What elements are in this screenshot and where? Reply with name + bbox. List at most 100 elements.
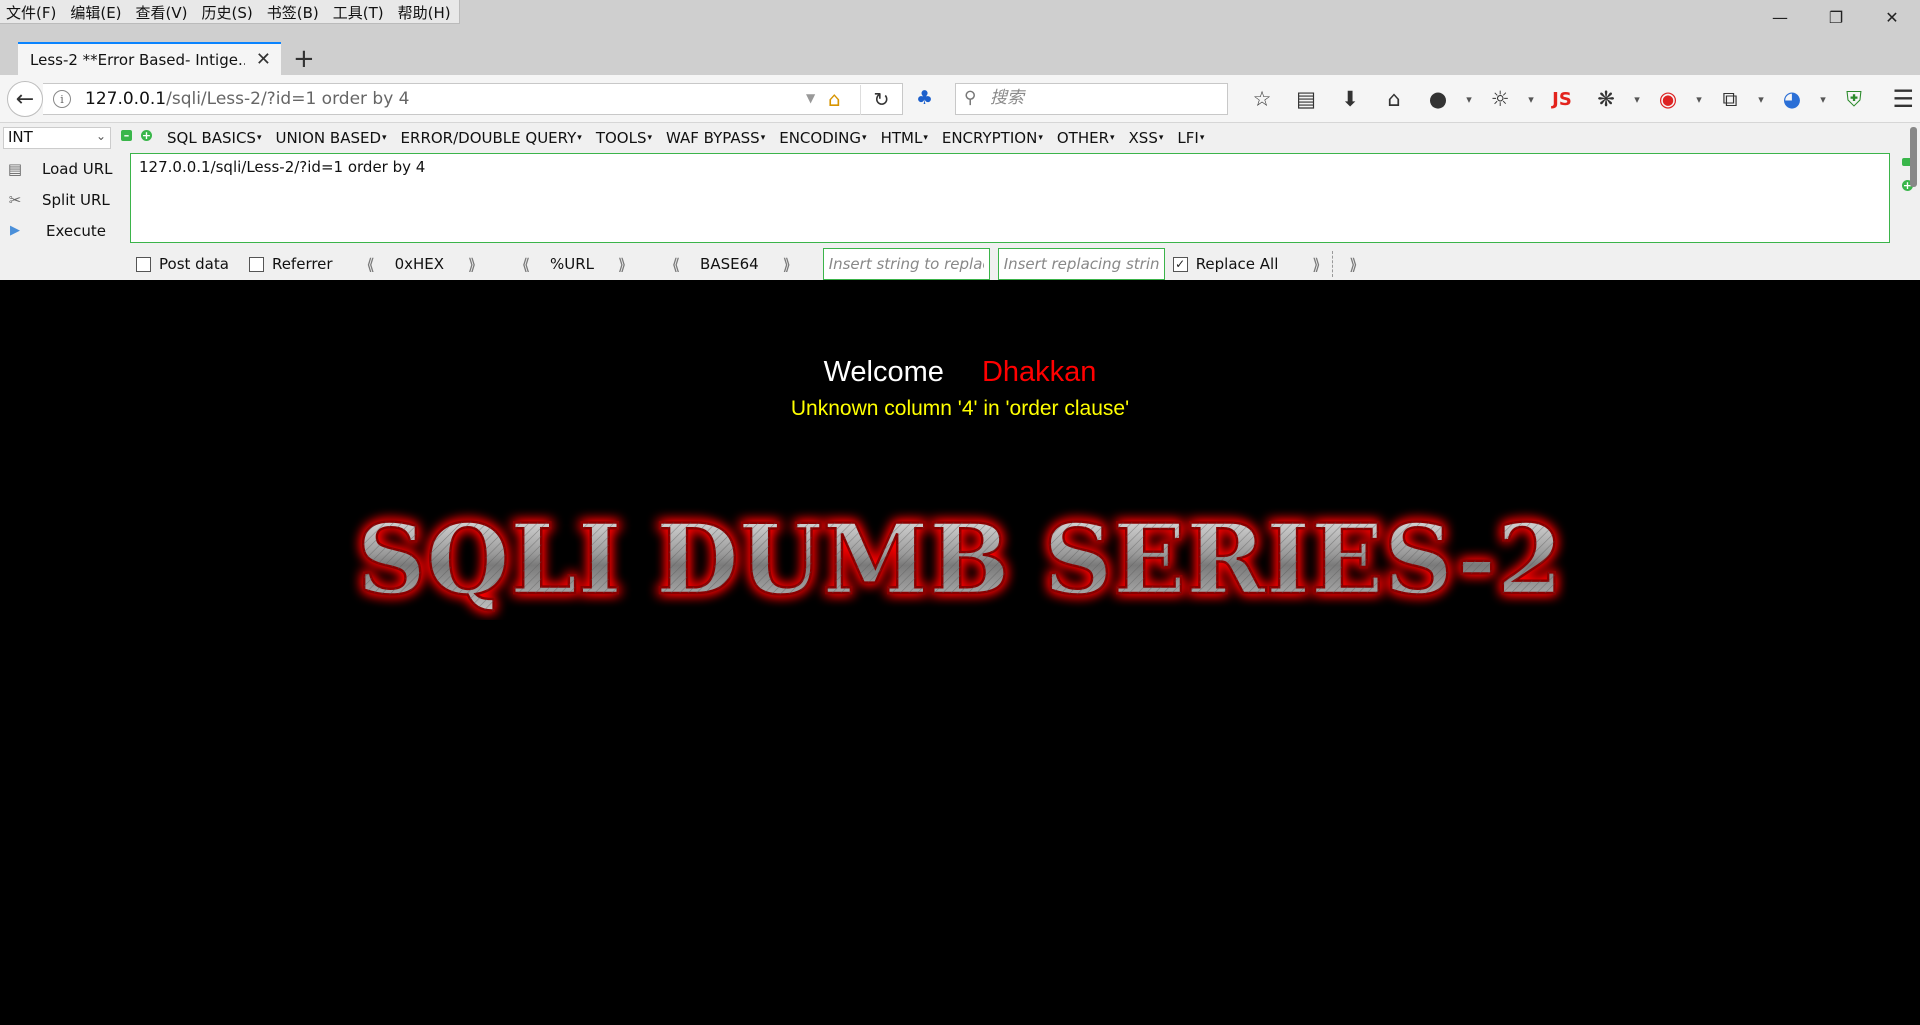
hackbar-menu-waf-bypass[interactable]: WAF BYPASS	[659, 127, 772, 149]
hex-encode-arrow-icon[interactable]: ⟩⟩	[454, 255, 486, 274]
minimize-button[interactable]: —	[1752, 0, 1808, 34]
replace-all-checkbox[interactable]: ✓	[1172, 256, 1188, 272]
menu-tools[interactable]: 工具(T)	[327, 0, 392, 23]
red-extension-icon[interactable]: ◉	[1646, 87, 1690, 111]
url-encode-arrow-icon[interactable]: ⟩⟩	[604, 255, 636, 274]
reading-list-icon[interactable]: ▤	[1284, 87, 1328, 111]
search-input[interactable]	[990, 88, 1220, 108]
vertical-scrollbar[interactable]	[1908, 123, 1918, 280]
hackbar-actions: ▤ Load URL ✂ Split URL ▶ Execute	[0, 153, 125, 246]
split-url-label: Split URL	[42, 190, 110, 209]
restore-button[interactable]: ❐	[1808, 0, 1864, 34]
menu-edit[interactable]: 编辑(E)	[64, 0, 129, 23]
close-window-button[interactable]: ✕	[1864, 0, 1920, 34]
tab-close-icon[interactable]: ✕	[256, 49, 271, 70]
hackbar-menu-sql-basics[interactable]: SQL BASICS	[160, 127, 268, 149]
replace-all-label: Replace All	[1195, 255, 1279, 273]
base64-label: BASE64	[700, 255, 759, 273]
translate-extension-icon[interactable]: ◕	[1770, 87, 1814, 111]
hackbar-url-textarea[interactable]	[130, 153, 1890, 243]
url-bar[interactable]: i 127.0.0.1/sqli/Less-2/?id=1 order by 4…	[43, 83, 903, 115]
search-bar[interactable]: ⚲	[955, 83, 1228, 115]
url-history-dropdown-icon[interactable]: ▼	[806, 91, 815, 105]
menu-bookmarks[interactable]: 书签(B)	[261, 0, 327, 23]
home-page-icon[interactable]: ⌂	[828, 87, 841, 111]
load-url-icon: ▤	[7, 159, 23, 178]
hackbar-menu-xss[interactable]: XSS	[1122, 127, 1171, 149]
reload-icon: ↻	[873, 89, 890, 111]
sql-error-message: Unknown column '4' in 'order clause'	[790, 397, 1130, 420]
window-extension-icon[interactable]: ⧉	[1708, 87, 1752, 112]
hackbar-menu-encryption[interactable]: ENCRYPTION	[935, 127, 1050, 149]
url-text[interactable]: 127.0.0.1/sqli/Less-2/?id=1 order by 4	[85, 89, 410, 109]
decrease-icon[interactable]: –	[121, 130, 132, 141]
divider	[1332, 251, 1334, 277]
toolbar-icons: ☆ ▤ ⬇ ⌂ ● ▾ ☼ ▾ JS ❋ ▾ ◉ ▾ ⧉ ▾ ◕ ▾ ⛨	[1240, 85, 1876, 113]
scrollbar-thumb[interactable]	[1910, 127, 1917, 187]
window-controls: — ❐ ✕	[1752, 0, 1920, 34]
tab-active[interactable]: Less-2 **Error Based- Intige... ✕	[18, 42, 281, 75]
replace-arrow-icon[interactable]: ⟩⟩	[1298, 255, 1330, 274]
menu-help[interactable]: 帮助(H)	[392, 0, 459, 23]
load-url-button[interactable]: ▤ Load URL	[0, 153, 125, 184]
hackbar-type-value: INT	[8, 128, 33, 146]
back-button[interactable]: ←	[7, 81, 43, 117]
new-tab-button[interactable]: +	[293, 44, 315, 74]
welcome-text: Welcome	[823, 356, 944, 388]
url-encode-label: %URL	[550, 255, 595, 273]
menu-file[interactable]: 文件(F)	[0, 0, 64, 23]
hackbar-type-select[interactable]: INT ⌄	[3, 127, 111, 149]
play-icon: ▶	[10, 223, 20, 238]
hackbar-menu-union-based[interactable]: UNION BASED	[268, 127, 393, 149]
hackbar-menu-error-double-query[interactable]: ERROR/DOUBLE QUERY	[394, 127, 589, 149]
hex-label: 0xHEX	[394, 255, 445, 273]
shield-extension-icon[interactable]: ⛨	[1832, 87, 1876, 112]
banner-texture: SQLI DUMB SERIES-2	[357, 503, 1563, 616]
execute-button[interactable]: ▶ Execute	[0, 215, 125, 246]
hackbar-menu-other[interactable]: OTHER	[1050, 127, 1122, 149]
replacing-string-input[interactable]	[997, 248, 1165, 280]
hackbar-menu-lfi[interactable]: LFI	[1170, 127, 1211, 149]
navigation-toolbar: ← i 127.0.0.1/sqli/Less-2/?id=1 order by…	[0, 75, 1920, 123]
hackbar-menu-html[interactable]: HTML	[874, 127, 935, 149]
menu-view[interactable]: 查看(V)	[130, 0, 196, 23]
palette-extension-dropdown-icon[interactable]: ▾	[1522, 93, 1540, 106]
extension-shield-icon[interactable]: ♣	[916, 87, 933, 109]
js-toggle-icon[interactable]: JS	[1540, 89, 1584, 110]
replace-all-arrow-icon[interactable]: ⟩⟩	[1335, 255, 1367, 274]
page-content: Welcome Dhakkan Unknown column '4' in 'o…	[0, 280, 1920, 1025]
menu-bar: 文件(F) 编辑(E) 查看(V) 历史(S) 书签(B) 工具(T) 帮助(H…	[0, 0, 460, 24]
sqli-dumb-series-banner: SQLI DUMB SERIES-2 SQLI DUMB SERIES-2	[356, 502, 1565, 618]
bug-extension-icon[interactable]: ❋	[1584, 87, 1628, 111]
hackbar-menus: SQL BASICS UNION BASED ERROR/DOUBLE QUER…	[160, 127, 1211, 149]
hackbar-menu-tools[interactable]: TOOLS	[589, 127, 659, 149]
bug-extension-dropdown-icon[interactable]: ▾	[1628, 93, 1646, 106]
palette-extension-icon[interactable]: ☼	[1478, 87, 1522, 111]
url-path: /sqli/Less-2/?id=1 order by 4	[166, 89, 410, 109]
increase-icon[interactable]: +	[141, 130, 152, 141]
menu-history[interactable]: 历史(S)	[196, 0, 261, 23]
base64-encode-arrow-icon[interactable]: ⟩⟩	[769, 255, 801, 274]
replace-string-input[interactable]	[822, 248, 990, 280]
username-text: Dhakkan	[981, 356, 1097, 388]
hackbar-panel: INT ⌄ – + SQL BASICS UNION BASED ERROR/D…	[0, 123, 1920, 280]
split-url-button[interactable]: ✂ Split URL	[0, 184, 125, 215]
hackbar-menu-encoding[interactable]: ENCODING	[772, 127, 873, 149]
base64-decode-arrow-icon[interactable]: ⟨⟨	[658, 255, 690, 274]
translate-extension-dropdown-icon[interactable]: ▾	[1814, 93, 1832, 106]
site-info-icon[interactable]: i	[53, 90, 71, 108]
home-icon[interactable]: ⌂	[1372, 87, 1416, 111]
url-decode-arrow-icon[interactable]: ⟨⟨	[508, 255, 540, 274]
window-extension-dropdown-icon[interactable]: ▾	[1752, 93, 1770, 106]
hamburger-menu-icon[interactable]: ☰	[1892, 85, 1914, 113]
downloads-icon[interactable]: ⬇	[1328, 87, 1372, 111]
referrer-checkbox[interactable]	[248, 256, 264, 272]
globe-extension-icon[interactable]: ●	[1416, 87, 1460, 111]
window-titlebar: 文件(F) 编辑(E) 查看(V) 历史(S) 书签(B) 工具(T) 帮助(H…	[0, 0, 1920, 42]
hex-decode-arrow-icon[interactable]: ⟨⟨	[353, 255, 385, 274]
globe-extension-dropdown-icon[interactable]: ▾	[1460, 93, 1478, 106]
post-data-checkbox[interactable]	[136, 256, 151, 272]
red-extension-dropdown-icon[interactable]: ▾	[1690, 93, 1708, 106]
reload-button[interactable]: ↻	[860, 85, 902, 115]
bookmark-star-icon[interactable]: ☆	[1240, 87, 1284, 111]
